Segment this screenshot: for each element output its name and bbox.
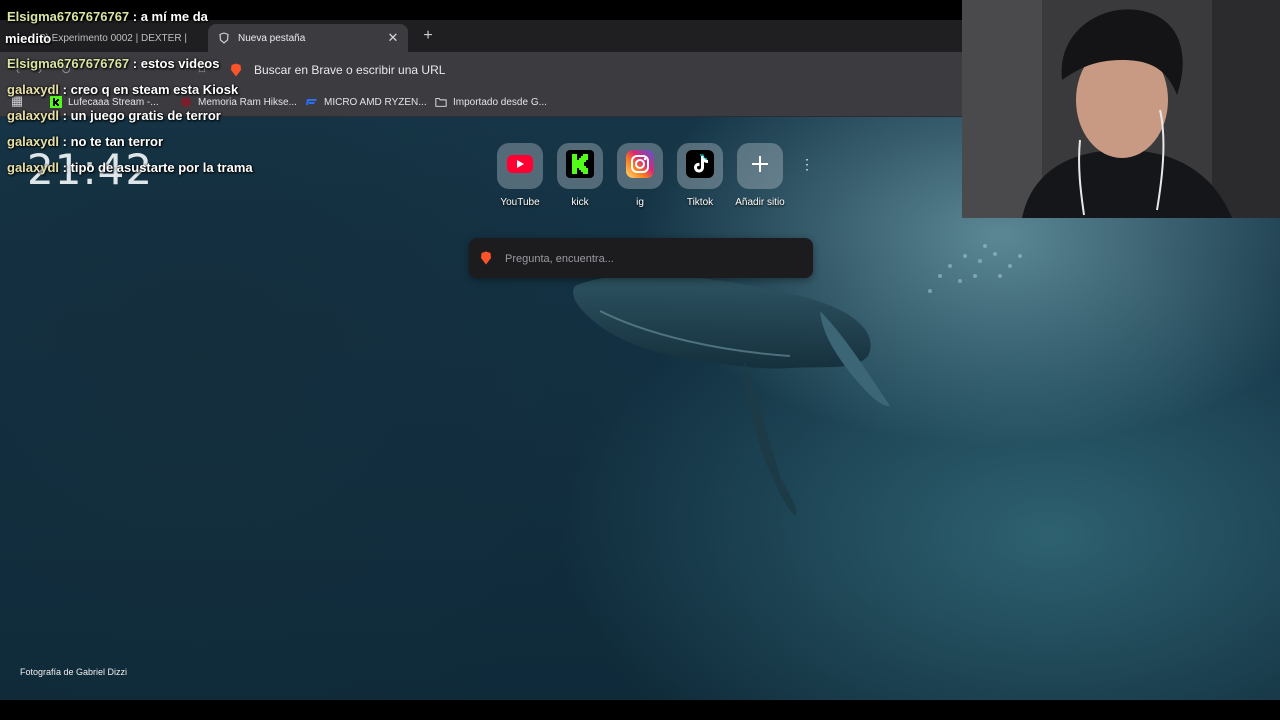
brave-shield-icon bbox=[218, 32, 230, 44]
tiktok-icon bbox=[686, 149, 714, 183]
folder-icon bbox=[435, 96, 447, 108]
close-tab-icon[interactable]: ✕ bbox=[386, 31, 400, 45]
tab-nueva-pestana[interactable]: Nueva pestaña ✕ bbox=[208, 24, 408, 52]
youtube-icon bbox=[507, 154, 533, 179]
chat-message: Elsigma6767676767 : a mí me da bbox=[7, 9, 208, 24]
bookmark-item[interactable]: MICRO AMD RYZEN... bbox=[306, 93, 427, 111]
address-bar-text: Buscar en Brave o escribir una URL bbox=[254, 63, 446, 77]
address-bar[interactable]: Buscar en Brave o escribir una URL bbox=[224, 58, 954, 82]
more-options-icon[interactable]: ⋮ bbox=[800, 156, 814, 176]
add-site-tile[interactable] bbox=[737, 143, 783, 189]
top-site-ig[interactable]: ig bbox=[610, 143, 670, 208]
top-site-tile[interactable] bbox=[617, 143, 663, 189]
search-box[interactable] bbox=[469, 238, 813, 278]
brave-logo-icon bbox=[480, 251, 492, 270]
bottom-bar bbox=[0, 700, 1280, 720]
top-site-youtube[interactable]: YouTube bbox=[490, 143, 550, 208]
tab-strip: 3) Experimento 0002 | DEXTER | Nueva pes… bbox=[0, 20, 962, 52]
top-site-add[interactable]: Añadir sitio bbox=[730, 143, 790, 208]
photo-credit: Fotografía de Gabriel Dizzi bbox=[20, 667, 128, 677]
site-icon bbox=[306, 96, 318, 108]
top-site-tile[interactable] bbox=[557, 143, 603, 189]
top-site-kick[interactable]: kick bbox=[550, 143, 610, 208]
instagram-icon bbox=[626, 149, 654, 183]
search-input[interactable] bbox=[503, 248, 797, 270]
screen: 3) Experimento 0002 | DEXTER | Nueva pes… bbox=[0, 0, 1280, 720]
chat-message: galaxydl : no te tan terror bbox=[7, 134, 164, 149]
webcam-overlay bbox=[962, 0, 1280, 218]
tab-title: 3) Experimento 0002 | DEXTER | bbox=[40, 32, 187, 44]
site-icon bbox=[180, 96, 192, 108]
kick-icon bbox=[50, 96, 62, 108]
streamer-camera-image bbox=[962, 0, 1280, 218]
bookmark-folder[interactable]: Importado desde G... bbox=[435, 93, 547, 111]
chat-message: galaxydl : tipo de asustarte por la tram… bbox=[7, 160, 253, 175]
chat-message: galaxydl : creo q en steam esta Kiosk bbox=[7, 82, 239, 97]
brave-logo-icon bbox=[230, 63, 242, 82]
tab-experimento[interactable]: 3) Experimento 0002 | DEXTER | bbox=[40, 24, 200, 52]
chat-message: Elsigma6767676767 : estos videos bbox=[7, 56, 220, 71]
new-tab-button[interactable]: + bbox=[420, 26, 436, 46]
top-site-tile[interactable] bbox=[497, 143, 543, 189]
plus-icon bbox=[751, 155, 769, 178]
top-site-tiktok[interactable]: Tiktok bbox=[670, 143, 730, 208]
chat-message: miedito bbox=[5, 31, 52, 46]
chat-message: galaxydl : un juego gratis de terror bbox=[7, 108, 221, 123]
kick-icon bbox=[566, 149, 594, 183]
top-site-tile[interactable] bbox=[677, 143, 723, 189]
tab-title: Nueva pestaña bbox=[238, 32, 306, 44]
